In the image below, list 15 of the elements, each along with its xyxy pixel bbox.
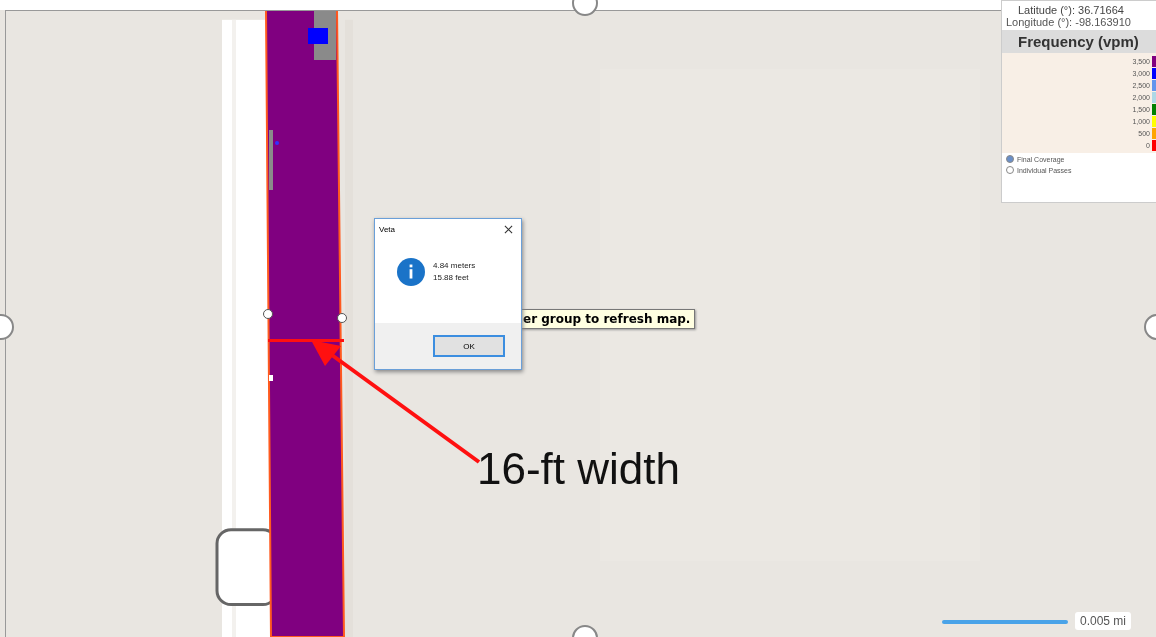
dialog-title: Veta — [379, 225, 395, 234]
radio-icon[interactable] — [1006, 155, 1014, 163]
info-icon — [397, 257, 425, 286]
radio-icon[interactable] — [1006, 166, 1014, 174]
scale-label: 0.005 mi — [1075, 612, 1132, 630]
dialog-message: 4.84 meters — [433, 259, 476, 272]
measure-handle[interactable] — [337, 313, 347, 323]
legend-title: Frequency (vpm) — [1002, 30, 1156, 53]
measure-handle[interactable] — [263, 309, 273, 319]
annotation-label: 16-ft width — [477, 444, 680, 494]
ok-button[interactable]: OK — [433, 335, 505, 357]
latitude-text: Latitude (°): 36.71664 — [1017, 4, 1125, 16]
dialog-message: 15.88 feet — [433, 271, 470, 284]
close-icon[interactable] — [504, 225, 513, 234]
longitude-text: Longitude (°): -98.163910 — [1006, 16, 1132, 28]
